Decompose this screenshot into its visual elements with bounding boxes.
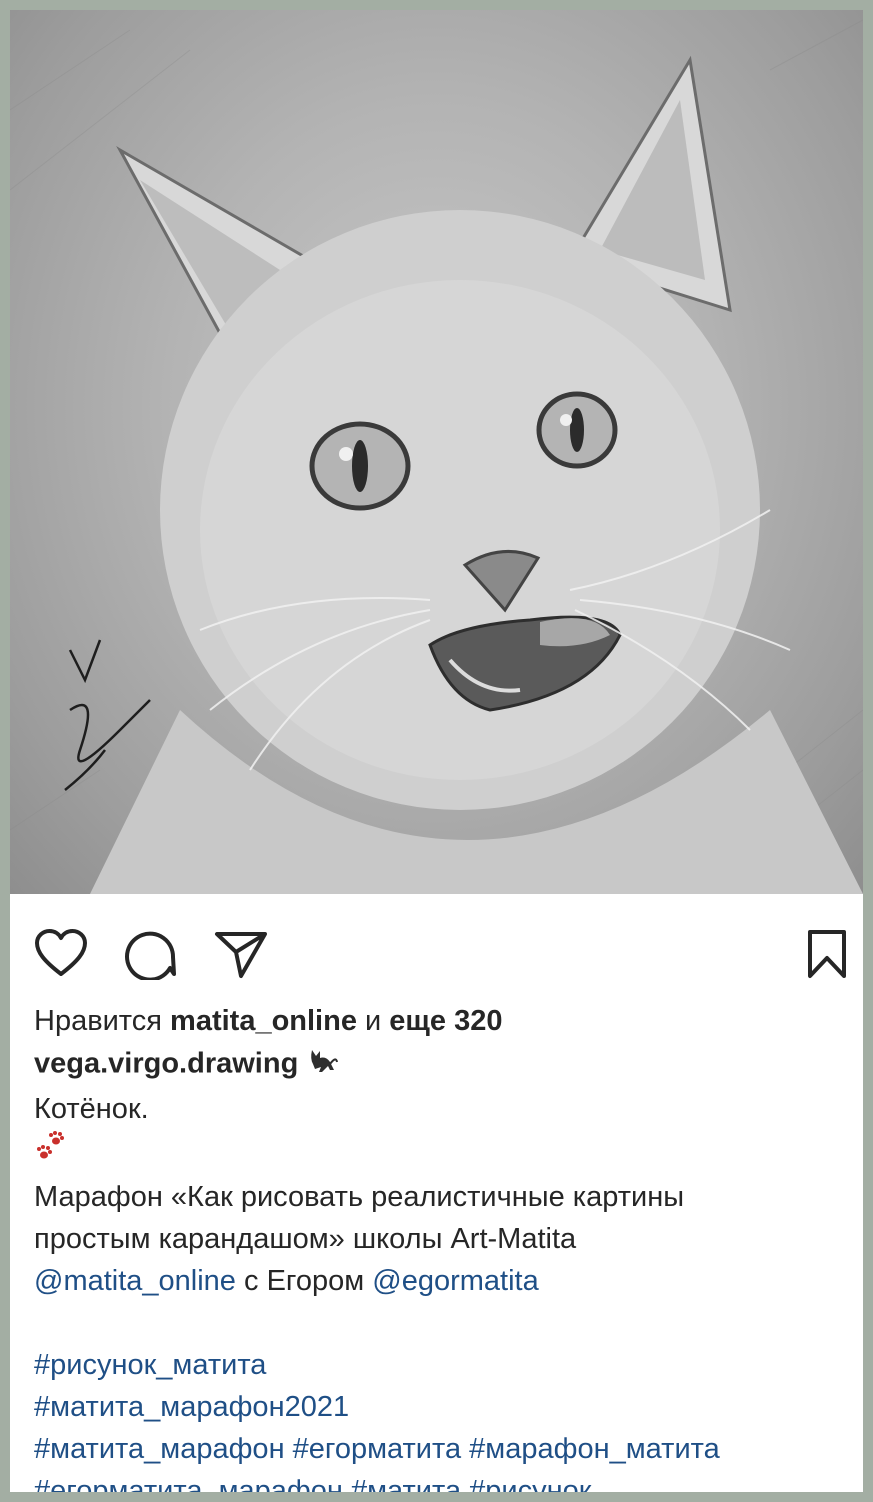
- caption-line-1: Марафон «Как рисовать реалистичные карти…: [34, 1181, 685, 1213]
- post-caption-area: Нравится matita_online и еще 320 vega.vi…: [34, 1000, 844, 1492]
- post-actions-bar: [10, 894, 863, 1004]
- heart-icon[interactable]: [34, 928, 88, 978]
- black-cat-icon: [306, 1042, 340, 1088]
- kitten-drawing: [10, 19, 863, 894]
- hashtag-link[interactable]: #рисунок_матита: [34, 1349, 266, 1381]
- post-card: Нравится matita_online и еще 320 vega.vi…: [10, 10, 863, 1492]
- bookmark-icon[interactable]: [806, 928, 848, 980]
- post-image[interactable]: [10, 10, 863, 894]
- hashtag-link[interactable]: #егорматита_марафон: [34, 1475, 343, 1492]
- author-line: vega.virgo.drawing: [34, 1042, 844, 1088]
- hashtag-link[interactable]: #матита: [351, 1475, 461, 1492]
- caption-title: Котёнок.: [34, 1093, 149, 1125]
- send-icon[interactable]: [214, 928, 268, 980]
- likes-line: Нравится matita_online и еще 320: [34, 1000, 844, 1042]
- author-username[interactable]: vega.virgo.drawing: [34, 1048, 298, 1080]
- paw-prints-line: [34, 1130, 844, 1176]
- caption-line-2: простым карандашом» школы Art-Matita: [34, 1223, 577, 1255]
- artist-signature: [64, 639, 151, 791]
- hashtag-line-2: #матита_марафон2021: [34, 1386, 844, 1428]
- likes-middle: и: [365, 1005, 382, 1037]
- hashtag-line-4: #егорматита_марафон #матита #рисунок: [34, 1470, 844, 1492]
- mention-matita-online[interactable]: @matita_online: [34, 1265, 236, 1297]
- comment-icon[interactable]: [124, 928, 178, 980]
- likes-count-link[interactable]: еще 320: [389, 1005, 502, 1037]
- hashtag-link[interactable]: #марафон_матита: [469, 1433, 720, 1465]
- likes-prefix: Нравится: [34, 1005, 162, 1037]
- hashtag-link[interactable]: #егорматита: [293, 1433, 461, 1465]
- hashtag-link[interactable]: #рисунок: [469, 1475, 591, 1492]
- paw-prints-icon: [34, 1130, 68, 1176]
- hashtag-line-3: #матита_марафон #егорматита #марафон_мат…: [34, 1428, 844, 1470]
- caption-mentions-line: @matita_online с Егором @egormatita: [34, 1260, 844, 1302]
- hashtag-line-1: #рисунок_матита: [34, 1344, 844, 1386]
- hashtag-link[interactable]: #матита_марафон2021: [34, 1391, 349, 1423]
- hashtag-link[interactable]: #матита_марафон: [34, 1433, 285, 1465]
- likes-user-link[interactable]: matita_online: [170, 1005, 357, 1037]
- caption-with-text: с Егором: [244, 1265, 365, 1297]
- mention-egormatita[interactable]: @egormatita: [372, 1265, 538, 1297]
